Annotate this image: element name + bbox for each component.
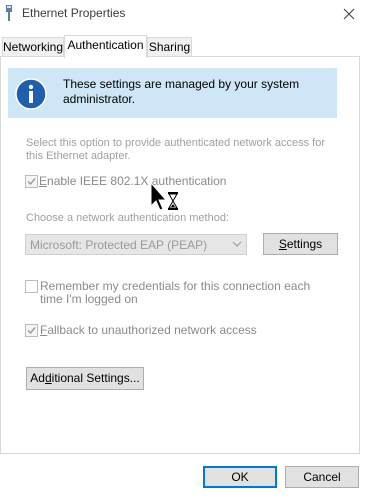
- info-icon: [15, 78, 47, 110]
- remember-credentials-checkbox[interactable]: [25, 280, 38, 293]
- tab-strip: Networking Authentication Sharing: [0, 35, 366, 58]
- policy-info-banner: These settings are managed by your syste…: [8, 68, 337, 118]
- tab-authentication-label: Authentication: [67, 38, 144, 52]
- checkmark-icon: [27, 327, 36, 335]
- window-title: Ethernet Properties: [22, 6, 126, 20]
- close-icon: [343, 8, 355, 19]
- remember-credentials-label: Remember my credentials for this connect…: [40, 279, 311, 306]
- tab-networking-label: Networking: [3, 40, 64, 54]
- fallback-label: Fallback to unauthorized network access: [40, 323, 257, 337]
- cancel-button-label: Cancel: [303, 470, 341, 484]
- fallback-checkbox[interactable]: [25, 324, 38, 337]
- close-button[interactable]: [332, 0, 366, 27]
- tab-sharing-label: Sharing: [148, 40, 191, 54]
- settings-button[interactable]: Settings: [263, 233, 338, 255]
- ok-button[interactable]: OK: [203, 466, 277, 488]
- description-text: Select this option to provide authentica…: [26, 137, 326, 162]
- checkmark-icon: [27, 178, 36, 186]
- network-adapter-icon: [6, 5, 12, 21]
- enable-8021x-checkbox[interactable]: [25, 175, 38, 188]
- additional-settings-button[interactable]: Additional Settings...: [26, 367, 144, 390]
- tab-networking[interactable]: Networking: [2, 37, 64, 57]
- policy-info-text: These settings are managed by your syste…: [63, 77, 300, 106]
- tab-sharing[interactable]: Sharing: [147, 37, 192, 57]
- auth-method-value: Microsoft: Protected EAP (PEAP): [30, 238, 208, 252]
- auth-method-select[interactable]: Microsoft: Protected EAP (PEAP): [25, 234, 247, 255]
- cancel-button[interactable]: Cancel: [285, 466, 359, 488]
- ok-button-label: OK: [231, 470, 249, 484]
- method-label: Choose a network authentication method:: [26, 212, 230, 224]
- tab-authentication[interactable]: Authentication: [64, 35, 147, 58]
- enable-8021x-label: Enable IEEE 802.1X authentication: [39, 174, 227, 188]
- additional-settings-label: Additional Settings...: [30, 371, 140, 385]
- settings-button-label: Settings: [278, 237, 323, 251]
- title-bar: Ethernet Properties: [0, 0, 366, 27]
- chevron-down-icon: [232, 241, 242, 247]
